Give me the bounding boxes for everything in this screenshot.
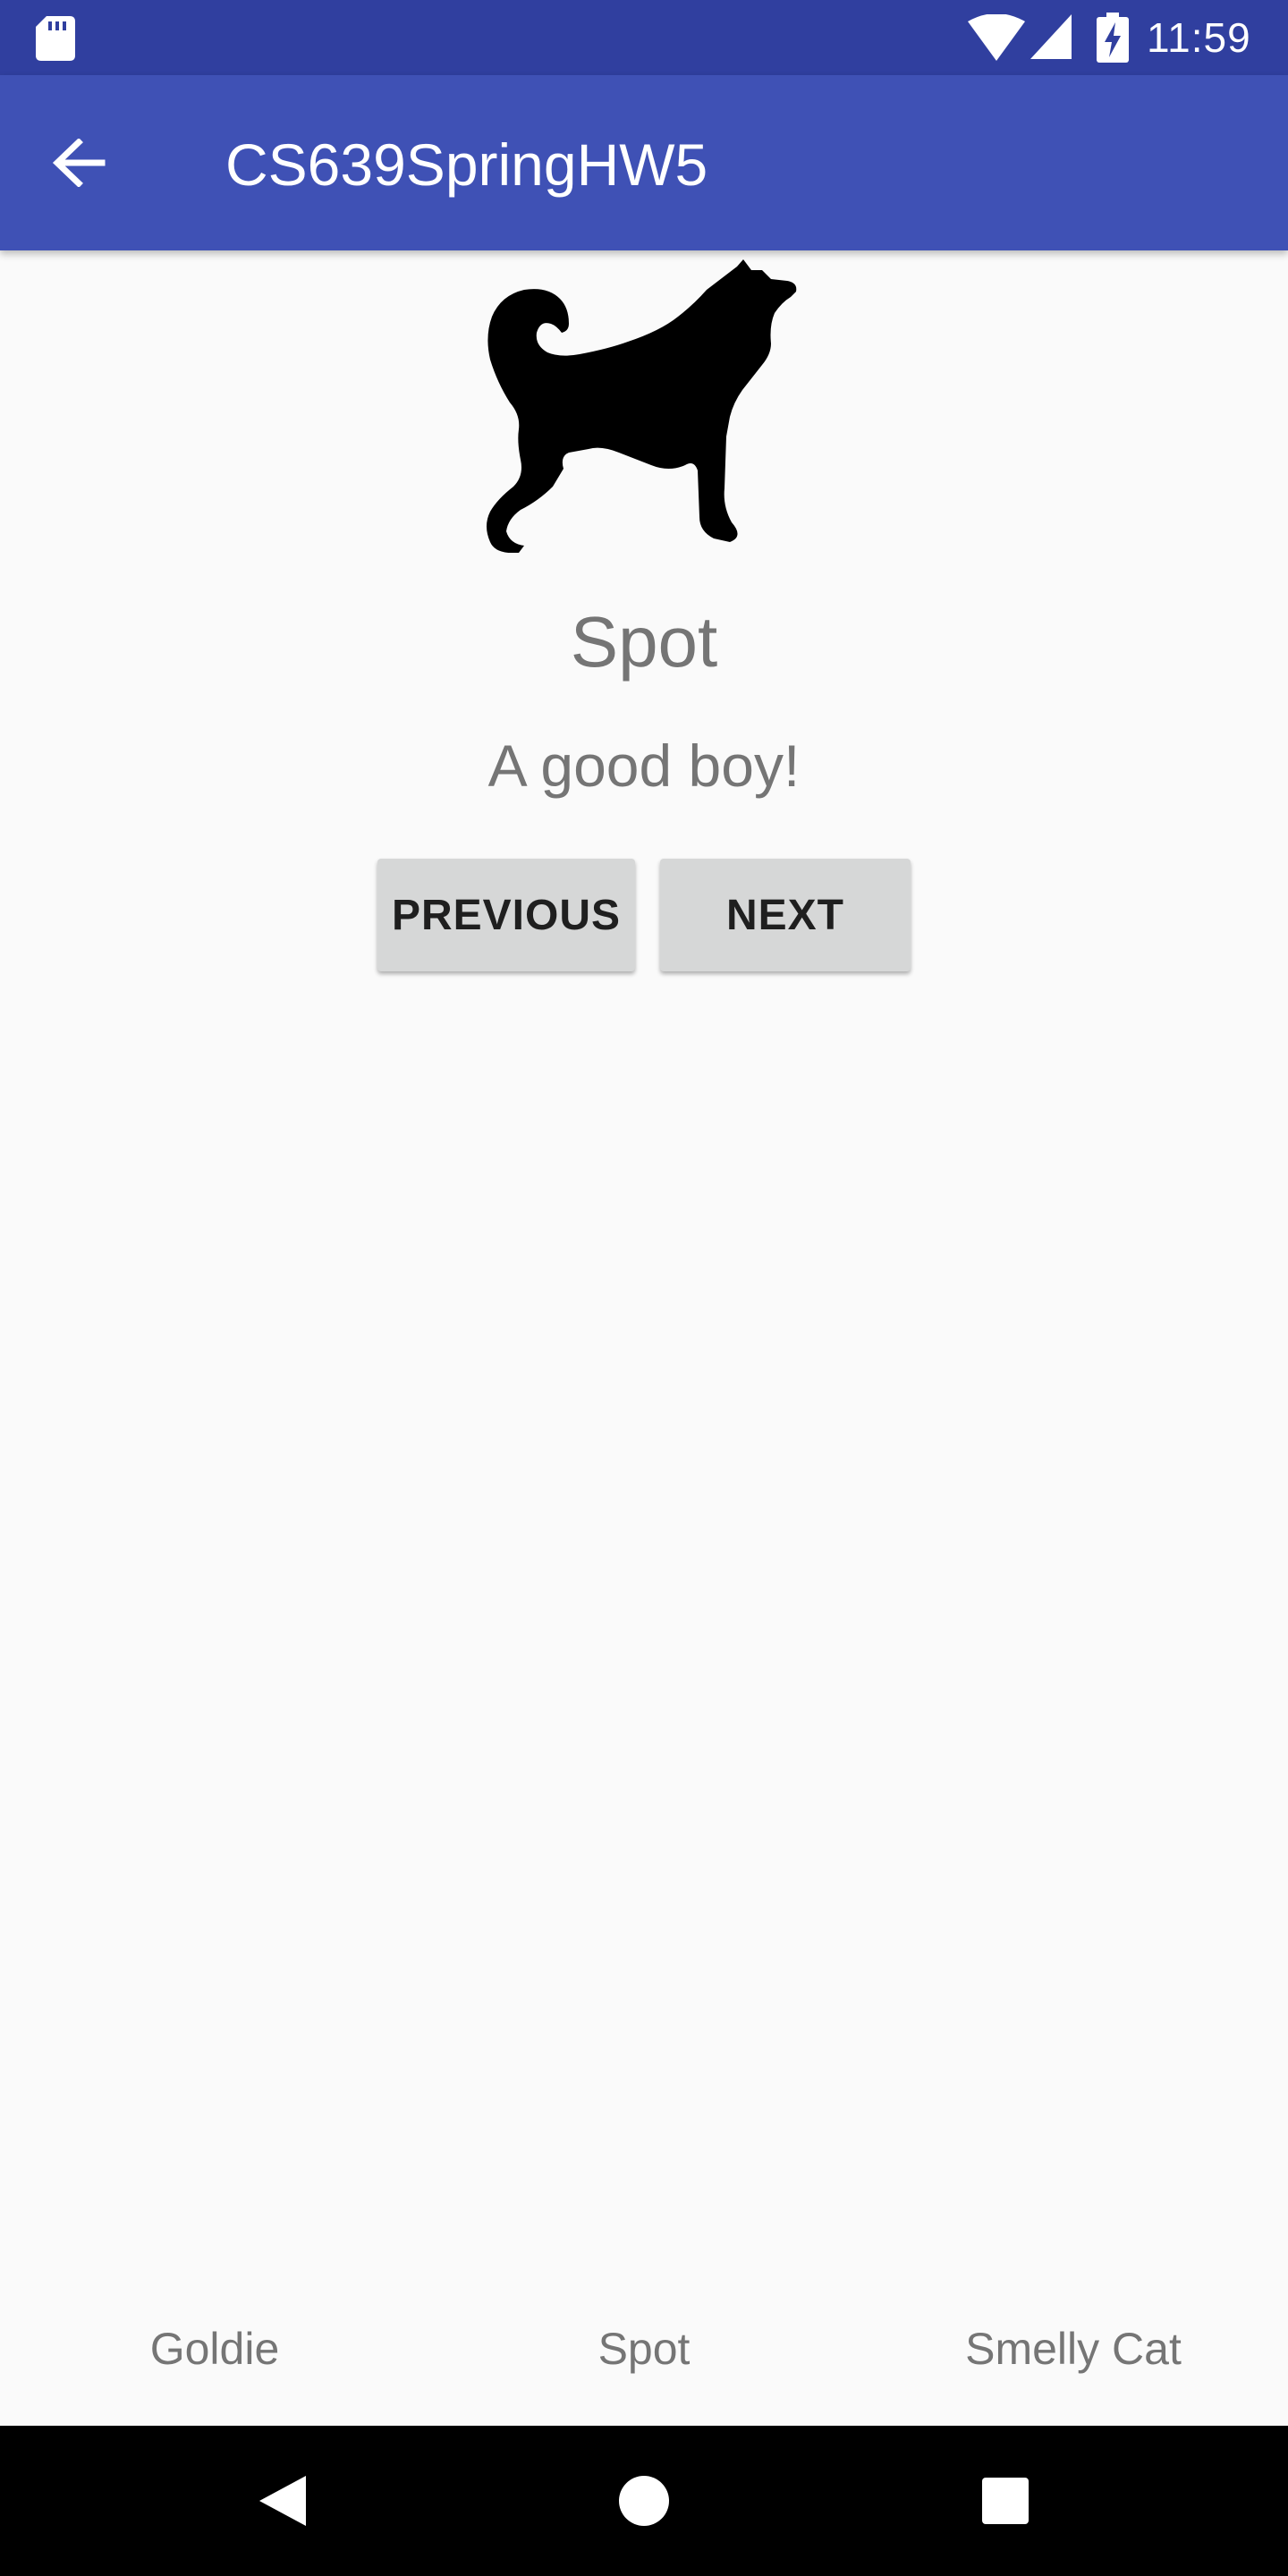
home-circle-icon xyxy=(619,2476,669,2526)
pet-description: A good boy! xyxy=(487,733,801,799)
recents-square-icon xyxy=(982,2478,1029,2524)
app-title: CS639SpringHW5 xyxy=(225,131,708,198)
pet-name: Spot xyxy=(570,602,718,682)
wifi-icon xyxy=(968,14,1025,61)
nav-home-button[interactable] xyxy=(587,2444,701,2558)
back-button[interactable] xyxy=(36,120,122,206)
sd-card-icon xyxy=(36,16,75,61)
cell-signal-icon xyxy=(1030,14,1072,59)
pet-detail-content: Spot A good boy! PREVIOUS NEXT xyxy=(0,250,1288,2426)
app-bar: CS639SpringHW5 xyxy=(0,75,1288,250)
back-triangle-icon xyxy=(259,2476,306,2526)
tab-goldie[interactable]: Goldie xyxy=(0,2272,429,2426)
status-clock: 11:59 xyxy=(1147,14,1251,61)
tab-smelly-cat[interactable]: Smelly Cat xyxy=(859,2272,1288,2426)
status-bar: 11:59 xyxy=(0,0,1288,75)
bottom-tabs: Goldie Spot Smelly Cat xyxy=(0,2272,1288,2426)
nav-back-button[interactable] xyxy=(225,2444,340,2558)
system-nav-bar xyxy=(0,2426,1288,2576)
battery-charging-icon xyxy=(1097,13,1129,63)
next-button[interactable]: NEXT xyxy=(660,859,911,971)
tab-spot[interactable]: Spot xyxy=(429,2272,859,2426)
nav-recents-button[interactable] xyxy=(948,2444,1063,2558)
arrow-back-icon xyxy=(52,139,106,187)
dog-silhouette-icon xyxy=(487,259,797,553)
previous-button[interactable]: PREVIOUS xyxy=(377,859,635,971)
